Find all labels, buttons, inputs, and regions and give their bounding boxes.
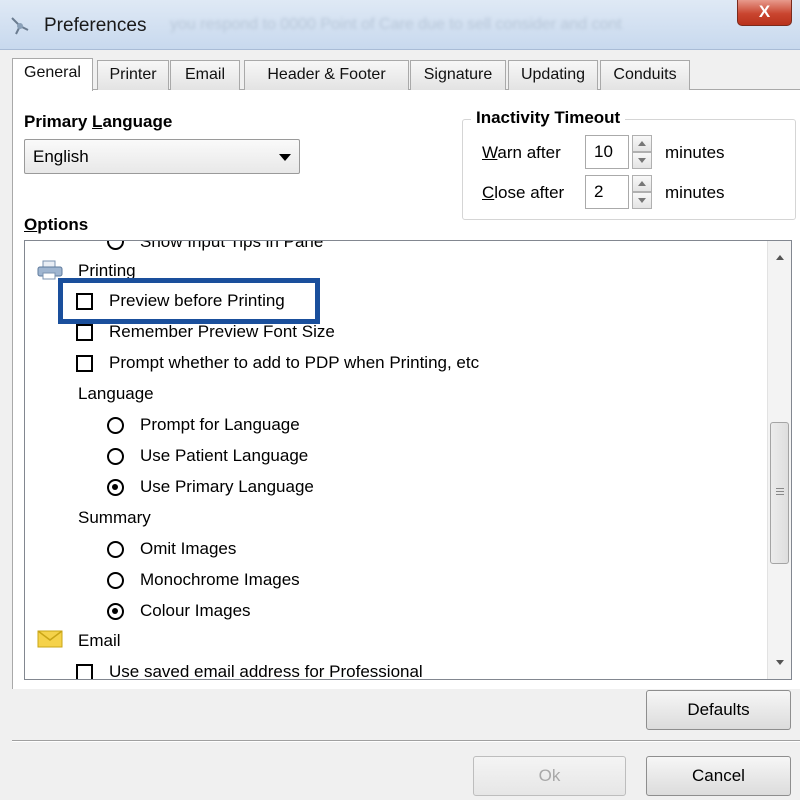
email-group-label: Email [78,631,121,650]
arrow-down-icon [638,198,646,203]
title-background-text: you respond to 0000 Point of Care due to… [170,16,622,33]
tab-general[interactable]: General [12,58,93,91]
use-primary-language-label: Use Primary Language [140,477,314,496]
tab-email[interactable]: Email [170,60,240,90]
omit-images-radio[interactable] [107,541,124,558]
close-after-label: Close after [482,183,564,203]
warn-after-input[interactable]: 10 [585,135,629,169]
envelope-icon [37,630,63,648]
window-title: Preferences [44,15,147,36]
primary-language-label: Primary Language [24,112,172,132]
show-input-tips-radio[interactable] [107,241,124,250]
scroll-down-icon[interactable] [776,660,784,665]
monochrome-images-label: Monochrome Images [140,570,300,589]
language-group-label: Language [78,384,154,403]
grip-line [776,491,784,492]
options-label-rest: ptions [37,215,89,234]
tab-updating[interactable]: Updating [508,60,598,90]
warn-after-accelerator: W [482,143,498,162]
title-bar: Preferences you respond to 0000 Point of… [0,0,800,50]
ok-button[interactable]: Ok [473,756,626,796]
chevron-down-icon [279,154,291,161]
tab-conduits[interactable]: Conduits [600,60,690,90]
warn-after-increment[interactable] [632,135,652,152]
use-saved-email-checkbox[interactable] [76,664,93,679]
primary-language-accelerator: L [92,112,103,131]
summary-group-label: Summary [78,508,151,527]
close-icon: X [758,2,771,21]
warn-after-decrement[interactable] [632,152,652,169]
prompt-add-to-pdp-checkbox[interactable] [76,355,93,372]
grip-line [776,488,784,489]
footer-separator [12,740,800,742]
close-button[interactable]: X [737,0,792,26]
remember-preview-font-size-label: Remember Preview Font Size [109,322,335,341]
prompt-for-language-radio[interactable] [107,417,124,434]
primary-language-label-prefix: Primary [24,112,93,131]
defaults-button[interactable]: Defaults [646,690,791,730]
colour-images-radio[interactable] [107,603,124,620]
remember-preview-font-size-checkbox[interactable] [76,324,93,341]
prompt-add-to-pdp-label: Prompt whether to add to PDP when Printi… [109,353,480,372]
scrollbar-thumb[interactable] [770,422,789,564]
arrow-up-icon [638,141,646,146]
options-label: Options [24,215,88,235]
highlight-box [58,278,320,324]
close-after-label-rest: lose after [494,183,565,202]
inactivity-timeout-title: Inactivity Timeout [471,108,626,128]
tab-header-footer[interactable]: Header & Footer [244,60,409,90]
close-after-unit: minutes [665,183,725,202]
options-scrollbar[interactable] [767,241,791,679]
primary-language-value: English [33,147,89,166]
arrow-down-icon [638,158,646,163]
warn-after-unit: minutes [665,143,725,162]
use-primary-language-radio[interactable] [107,479,124,496]
warn-after-label-rest: arn after [497,143,561,162]
primary-language-label-rest: anguage [102,112,173,131]
warn-after-label: Warn after [482,143,561,163]
printer-icon [37,260,63,280]
arrow-up-icon [638,181,646,186]
cancel-button[interactable]: Cancel [646,756,791,796]
close-after-increment[interactable] [632,175,652,192]
prompt-for-language-label: Prompt for Language [140,415,300,434]
close-after-accelerator: C [482,183,495,202]
colour-images-label: Colour Images [140,601,251,620]
grip-line [776,494,784,495]
tab-signature[interactable]: Signature [410,60,506,90]
primary-language-select[interactable]: English [24,139,300,174]
use-saved-email-label: Use saved email address for Professional [109,662,423,680]
app-icon [11,17,29,35]
close-after-decrement[interactable] [632,192,652,209]
use-patient-language-label: Use Patient Language [140,446,309,465]
omit-images-label: Omit Images [140,539,237,558]
show-input-tips-label: Show Input Tips in Pane [140,240,324,251]
tab-printer[interactable]: Printer [97,60,169,90]
close-after-input[interactable]: 2 [585,175,629,209]
monochrome-images-radio[interactable] [107,572,124,589]
close-after-spinner [632,175,652,209]
options-accelerator: O [24,215,38,234]
inactivity-timeout-group [462,119,796,220]
warn-after-spinner [632,135,652,169]
scroll-up-icon[interactable] [776,255,784,260]
use-patient-language-radio[interactable] [107,448,124,465]
